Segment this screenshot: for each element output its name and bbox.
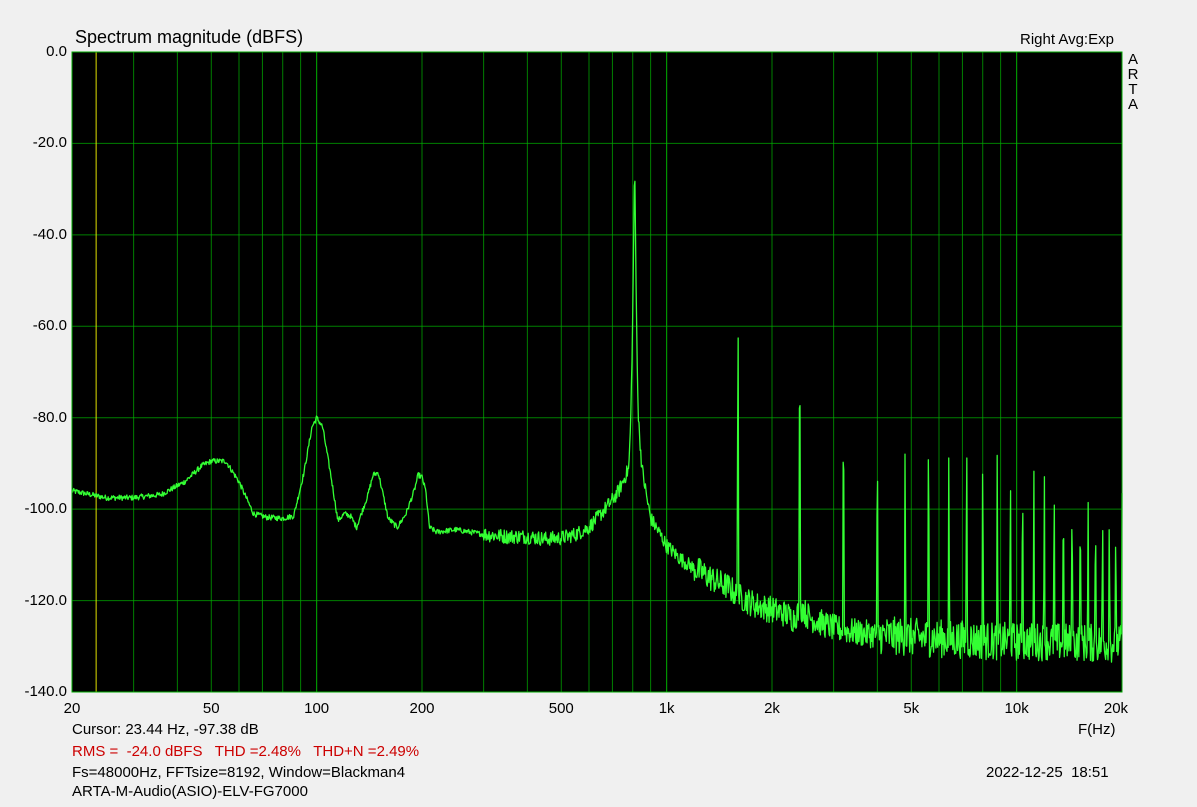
plot-area[interactable] — [72, 52, 1122, 692]
x-tick-label: 10k — [1004, 700, 1029, 717]
y-tick-label: -60.0 — [32, 317, 67, 335]
x-tick-label: 500 — [548, 700, 574, 717]
y-tick-label: -100.0 — [24, 500, 67, 518]
x-tick-label: 2k — [764, 700, 780, 717]
timestamp: 2022-12-25 18:51 — [986, 764, 1109, 781]
measurement-stats: RMS = -24.0 dBFS THD =2.48% THD+N =2.49% — [72, 743, 420, 760]
device-name: ARTA-M-Audio(ASIO)-ELV-FG7000 — [72, 783, 308, 800]
x-tick-label: 20 — [63, 700, 81, 717]
y-tick-label: -40.0 — [32, 225, 67, 243]
x-tick-label: 100 — [304, 700, 330, 717]
y-tick-label: -20.0 — [32, 134, 67, 152]
x-tick-label: 1k — [658, 700, 675, 717]
y-tick-label: 0.0 — [46, 43, 67, 60]
x-tick-label: 200 — [409, 700, 435, 717]
cursor-readout: Cursor: 23.44 Hz, -97.38 dB — [72, 721, 259, 738]
x-tick-label: 20k — [1103, 700, 1129, 717]
y-tick-label: -140.0 — [24, 683, 67, 700]
y-tick-label: -80.0 — [32, 408, 67, 426]
spectrum-chart[interactable] — [0, 0, 1197, 807]
measurement-params: Fs=48000Hz, FFTsize=8192, Window=Blackma… — [72, 764, 406, 781]
x-tick-label: 5k — [903, 700, 920, 717]
y-tick-label: -120.0 — [24, 591, 67, 609]
x-tick-label: 50 — [202, 700, 220, 717]
x-axis-unit: F(Hz) — [1078, 721, 1116, 738]
